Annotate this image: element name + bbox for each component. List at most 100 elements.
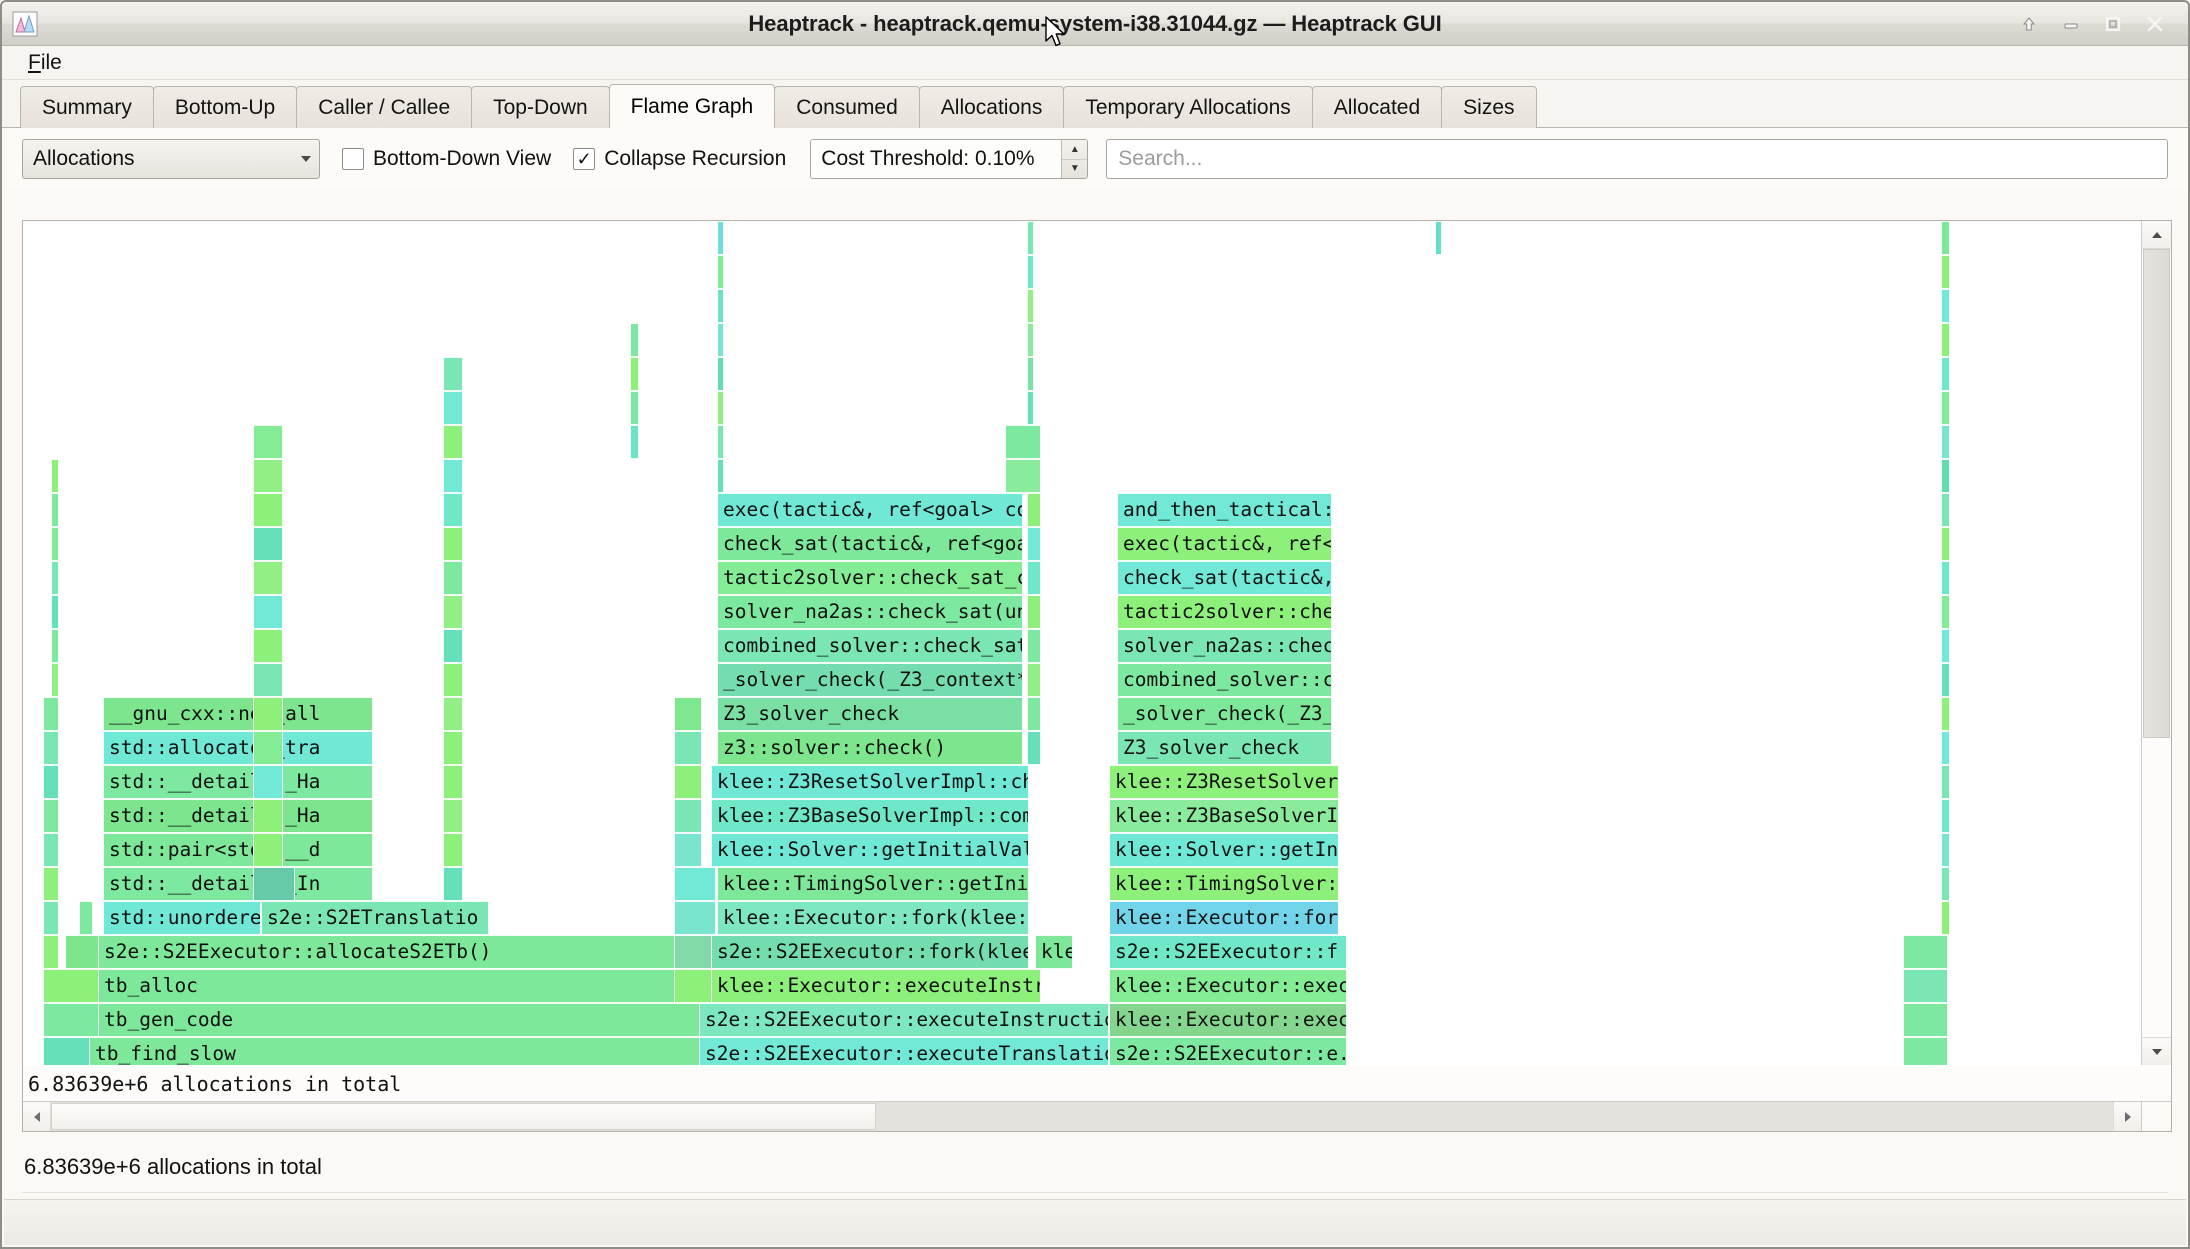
tab-consumed[interactable]: Consumed bbox=[774, 86, 920, 128]
flame-frame-narrow[interactable] bbox=[253, 629, 283, 663]
tab-sizes[interactable]: Sizes bbox=[1441, 86, 1537, 128]
cost-threshold-spinbox[interactable]: Cost Threshold: 0.10% ▲ ▼ bbox=[810, 139, 1089, 179]
flame-frame[interactable]: exec(tactic&, ref<goal> co bbox=[717, 493, 1023, 527]
flame-frame-narrow[interactable] bbox=[443, 697, 463, 731]
flame-frame-narrow[interactable] bbox=[1941, 527, 1950, 561]
flame-frame-narrow[interactable] bbox=[1941, 255, 1950, 289]
maximize-button[interactable] bbox=[2100, 11, 2126, 37]
spinbox-down-icon[interactable]: ▼ bbox=[1062, 160, 1087, 179]
flame-frame[interactable]: s2e::S2EExecutor::executeTranslationBlo bbox=[699, 1037, 1109, 1065]
flame-frame-narrow[interactable] bbox=[674, 799, 702, 833]
flame-frame-narrow[interactable] bbox=[674, 731, 702, 765]
cost-metric-combobox[interactable]: Allocations bbox=[22, 139, 320, 179]
flame-frame-narrow[interactable] bbox=[717, 323, 724, 357]
tab-flame-graph[interactable]: Flame Graph bbox=[608, 84, 776, 129]
flame-frame[interactable]: klee::Solver::getIn. bbox=[1109, 833, 1339, 867]
flame-frame[interactable]: std::__detail::_In bbox=[103, 867, 373, 901]
flame-frame-narrow[interactable] bbox=[674, 697, 702, 731]
flame-frame-narrow[interactable] bbox=[1903, 1037, 1948, 1065]
flame-frame-narrow[interactable] bbox=[253, 595, 283, 629]
flame-frame-narrow[interactable] bbox=[674, 833, 702, 867]
flame-frame-narrow[interactable] bbox=[1027, 527, 1041, 561]
checkbox-box-checked[interactable]: ✓ bbox=[573, 148, 596, 170]
flame-frame-narrow[interactable] bbox=[253, 833, 283, 867]
flame-frame[interactable]: z3::solver::check() bbox=[717, 731, 1023, 765]
flame-frame-narrow[interactable] bbox=[630, 357, 639, 391]
flame-frame-narrow[interactable] bbox=[1941, 493, 1950, 527]
bottom-down-view-checkbox[interactable]: Bottom-Down View bbox=[342, 147, 551, 171]
flame-frame-narrow[interactable] bbox=[253, 867, 295, 901]
flame-frame-narrow[interactable] bbox=[1941, 833, 1950, 867]
spinbox-up-icon[interactable]: ▲ bbox=[1062, 140, 1088, 160]
collapse-recursion-checkbox[interactable]: ✓ Collapse Recursion bbox=[573, 147, 786, 171]
flame-frame[interactable]: klee::TimingSolver::getIniti. bbox=[717, 867, 1029, 901]
tab-summary[interactable]: Summary bbox=[20, 86, 154, 128]
flame-frame-narrow[interactable] bbox=[443, 561, 463, 595]
flame-frame[interactable]: s2e::S2EExecutor::allocateS2ETb() bbox=[98, 935, 678, 969]
flame-frame-narrow[interactable] bbox=[51, 629, 59, 663]
flame-frame-narrow[interactable] bbox=[1027, 357, 1034, 391]
flame-frame[interactable]: solver_na2as::chec. bbox=[1117, 629, 1332, 663]
flame-frame[interactable]: tb_alloc bbox=[98, 969, 678, 1003]
flame-frame-narrow[interactable] bbox=[1027, 323, 1034, 357]
flame-frame[interactable]: s2e::S2EExecutor::e. bbox=[1109, 1037, 1347, 1065]
flame-frame-narrow[interactable] bbox=[1941, 629, 1950, 663]
flame-frame-narrow[interactable] bbox=[443, 765, 463, 799]
flame-frame-narrow[interactable] bbox=[253, 799, 283, 833]
flame-frame-narrow[interactable] bbox=[79, 901, 93, 935]
flame-frame-narrow[interactable] bbox=[443, 493, 463, 527]
shade-button[interactable] bbox=[2016, 11, 2042, 37]
flame-frame-narrow[interactable] bbox=[674, 901, 716, 935]
flame-frame-narrow[interactable] bbox=[253, 459, 283, 493]
flame-frame-narrow[interactable] bbox=[1941, 323, 1950, 357]
flame-frame-narrow[interactable] bbox=[1027, 663, 1041, 697]
flame-frame[interactable]: klee::Executor::forl bbox=[1109, 901, 1339, 935]
flame-frame[interactable]: klee::Executor::exec bbox=[1109, 1003, 1347, 1037]
flame-frame-narrow[interactable] bbox=[1941, 765, 1950, 799]
flame-frame[interactable]: klee::Executor::exec bbox=[1109, 969, 1347, 1003]
flame-frame-narrow[interactable] bbox=[1005, 425, 1041, 459]
menu-item-file[interactable]: File bbox=[22, 49, 68, 77]
flame-frame-narrow[interactable] bbox=[43, 731, 59, 765]
flame-frame-narrow[interactable] bbox=[43, 969, 103, 1003]
tab-caller-callee[interactable]: Caller / Callee bbox=[296, 86, 473, 128]
flame-frame[interactable]: combined_solver::c. bbox=[1117, 663, 1332, 697]
flame-frame-narrow[interactable] bbox=[1941, 697, 1950, 731]
tab-allocated[interactable]: Allocated bbox=[1311, 86, 1443, 128]
flame-frame-narrow[interactable] bbox=[717, 255, 724, 289]
flame-frame-narrow[interactable] bbox=[443, 357, 463, 391]
flame-frame[interactable]: tactic2solver::che bbox=[1117, 595, 1332, 629]
flame-frame-narrow[interactable] bbox=[443, 799, 463, 833]
flame-frame-narrow[interactable] bbox=[717, 357, 724, 391]
flame-frame-narrow[interactable] bbox=[1941, 459, 1950, 493]
flame-frame[interactable]: klee::Executor::fork(klee::Ex bbox=[717, 901, 1029, 935]
flame-frame-narrow[interactable] bbox=[1435, 221, 1442, 255]
flame-frame[interactable]: kle… bbox=[1035, 935, 1073, 969]
flame-frame-narrow[interactable] bbox=[674, 765, 702, 799]
spinbox-buttons[interactable]: ▲ ▼ bbox=[1061, 140, 1088, 179]
flame-frame-narrow[interactable] bbox=[1941, 425, 1950, 459]
flame-frame-narrow[interactable] bbox=[1941, 221, 1950, 255]
flame-frame[interactable]: tb_gen_code bbox=[98, 1003, 703, 1037]
flame-frame[interactable]: std::pair<std::__d bbox=[103, 833, 373, 867]
flame-frame[interactable]: __gnu_cxx::new_all bbox=[103, 697, 373, 731]
flame-frame[interactable]: klee::Executor::executeInstruction(kl bbox=[711, 969, 1041, 1003]
flame-frame-narrow[interactable] bbox=[1027, 391, 1034, 425]
flame-frame-narrow[interactable] bbox=[674, 867, 716, 901]
flame-frame-narrow[interactable] bbox=[1941, 289, 1950, 323]
flame-frame[interactable]: _solver_check(_Z3_. bbox=[1117, 697, 1332, 731]
flame-frame-narrow[interactable] bbox=[253, 425, 283, 459]
flame-frame-narrow[interactable] bbox=[1941, 561, 1950, 595]
flame-frame[interactable]: combined_solver::check_sat bbox=[717, 629, 1023, 663]
flame-frame-narrow[interactable] bbox=[443, 731, 463, 765]
close-button[interactable] bbox=[2142, 11, 2168, 37]
flame-frame-narrow[interactable] bbox=[1027, 697, 1041, 731]
flame-frame[interactable]: klee::Solver::getInitialValu bbox=[711, 833, 1029, 867]
flame-graph-canvas[interactable]: exec(tactic&, ref<goal> co and_then_tacti… bbox=[23, 221, 2141, 1065]
flame-frame-narrow[interactable] bbox=[1941, 799, 1950, 833]
vertical-scrollbar-thumb[interactable] bbox=[2143, 249, 2170, 738]
vertical-scrollbar-track[interactable] bbox=[2142, 249, 2171, 1037]
tab-bottom-up[interactable]: Bottom-Up bbox=[152, 86, 298, 128]
flame-frame-narrow[interactable] bbox=[1941, 595, 1950, 629]
flame-frame[interactable]: std::__detail::_Ha bbox=[103, 799, 373, 833]
